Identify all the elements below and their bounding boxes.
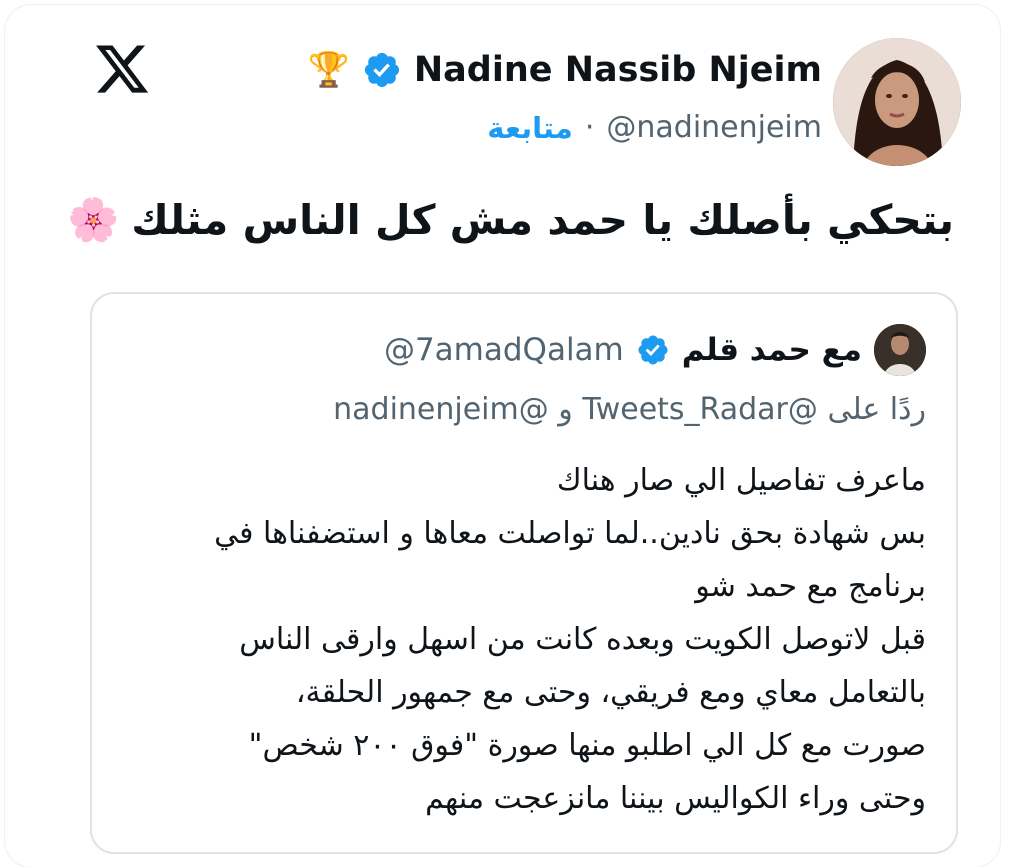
author-handle[interactable]: @nadinenjeim — [606, 110, 822, 145]
reply-mention-2[interactable]: @nadinenjeim — [333, 392, 549, 427]
quoted-tweet[interactable]: مع حمد قلم @7amadQalam ردًا على @Tweets_… — [90, 292, 958, 854]
quoted-header: مع حمد قلم @7amadQalam — [384, 324, 926, 376]
quoted-line: بس شهادة بحق نادين..لما تواصلت معاها و ا… — [214, 516, 926, 551]
trophy-emoji: 🏆 — [307, 50, 350, 90]
separator-dot: · — [584, 110, 595, 145]
quoted-display-name[interactable]: مع حمد قلم — [682, 332, 862, 368]
quoted-line: قبل لاتوصل الكويت وبعده كانت من اسهل وار… — [239, 622, 926, 657]
quoted-line: ماعرف تفاصيل الي صار هناك — [556, 463, 926, 498]
quoted-body: ماعرف تفاصيل الي صار هناك بس شهادة بحق ن… — [116, 454, 926, 825]
reply-context: ردًا على @Tweets_Radar و @nadinenjeim — [333, 392, 926, 427]
tweet-text-row: بتحكي بأصلك يا حمد مش كل الناس مثلك 🌸 — [67, 195, 954, 245]
quoted-line: وحتى وراء الكواليس بيننا مانزعجت منهم — [425, 781, 926, 816]
cherry-blossom-emoji: 🌸 — [66, 195, 120, 244]
verified-badge-icon — [638, 335, 668, 365]
author-handle-row: @nadinenjeim · متابعة — [487, 110, 822, 145]
quoted-line: بالتعامل معاي ومع فريقي، وحتى مع جمهور ا… — [295, 675, 926, 710]
quoted-line: صورت مع كل الي اطلبو منها صورة "فوق ٢٠٠ … — [248, 728, 926, 763]
reply-prefix: ردًا على — [827, 392, 926, 427]
author-name-row: Nadine Nassib Njeim 🏆 — [308, 50, 822, 90]
reply-and: و — [558, 392, 573, 427]
quoted-handle[interactable]: @7amadQalam — [384, 332, 624, 368]
reply-mention-1[interactable]: @Tweets_Radar — [582, 392, 818, 427]
follow-button[interactable]: متابعة — [487, 111, 573, 145]
quoted-author-avatar[interactable] — [874, 324, 926, 376]
x-logo-icon[interactable] — [92, 40, 152, 98]
author-avatar[interactable] — [833, 38, 961, 166]
quoted-line: برنامج مع حمد شو — [695, 569, 926, 604]
tweet-text: بتحكي بأصلك يا حمد مش كل الناس مثلك — [131, 196, 954, 244]
verified-badge-icon — [364, 52, 399, 88]
author-display-name[interactable]: Nadine Nassib Njeim — [414, 50, 822, 90]
